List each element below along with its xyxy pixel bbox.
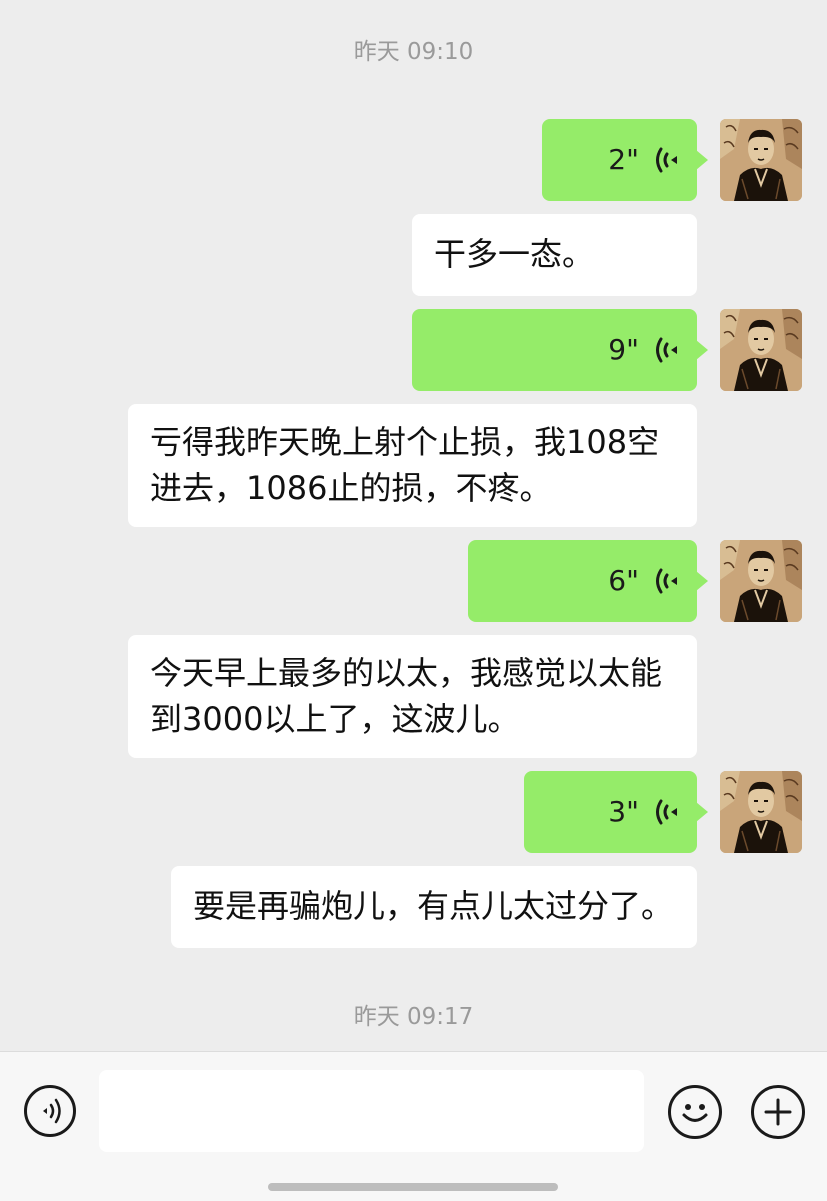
voice-wave-icon [656, 568, 677, 594]
voice-duration: 2" [608, 143, 639, 176]
plus-button[interactable] [751, 1085, 805, 1139]
voice-message-bubble[interactable]: 3" [524, 771, 708, 853]
timestamp-top: 昨天 09:10 [353, 39, 474, 65]
voice-wave-icon [656, 337, 677, 363]
voice-message-bubble[interactable]: 6" [468, 540, 708, 622]
avatar[interactable] [720, 119, 802, 201]
plus-icon [764, 1098, 792, 1126]
avatar[interactable] [720, 540, 802, 622]
avatar[interactable] [720, 309, 802, 391]
voice-mode-icon [43, 1098, 61, 1124]
text-message-bubble[interactable]: 今天早上最多的以太，我感觉以太能 到3000以上了，这波儿。 [128, 635, 697, 758]
voice-wave-icon [656, 799, 677, 825]
voice-message-bubble[interactable]: 9" [412, 309, 708, 391]
text-message-bubble[interactable]: 干多一态。 [412, 214, 697, 296]
emoji-button[interactable] [668, 1085, 722, 1139]
avatar[interactable] [720, 771, 802, 853]
voice-duration: 6" [608, 564, 639, 597]
text-message-bubble[interactable]: 亏得我昨天晚上射个止损，我108空 进去，1086止的损，不疼。 [128, 404, 697, 527]
home-indicator[interactable] [268, 1183, 558, 1191]
voice-wave-icon [656, 147, 677, 173]
voice-duration: 3" [608, 795, 639, 828]
input-bar [0, 1051, 827, 1201]
voice-message-bubble[interactable]: 2" [542, 119, 708, 201]
text-message-bubble[interactable]: 要是再骗炮儿，有点儿太过分了。 [171, 866, 697, 948]
emoji-icon [682, 1104, 708, 1122]
message-input[interactable] [99, 1070, 644, 1152]
timestamp-bottom: 昨天 09:17 [353, 1004, 474, 1030]
voice-duration: 9" [608, 333, 639, 366]
voice-mode-button[interactable] [24, 1085, 76, 1137]
